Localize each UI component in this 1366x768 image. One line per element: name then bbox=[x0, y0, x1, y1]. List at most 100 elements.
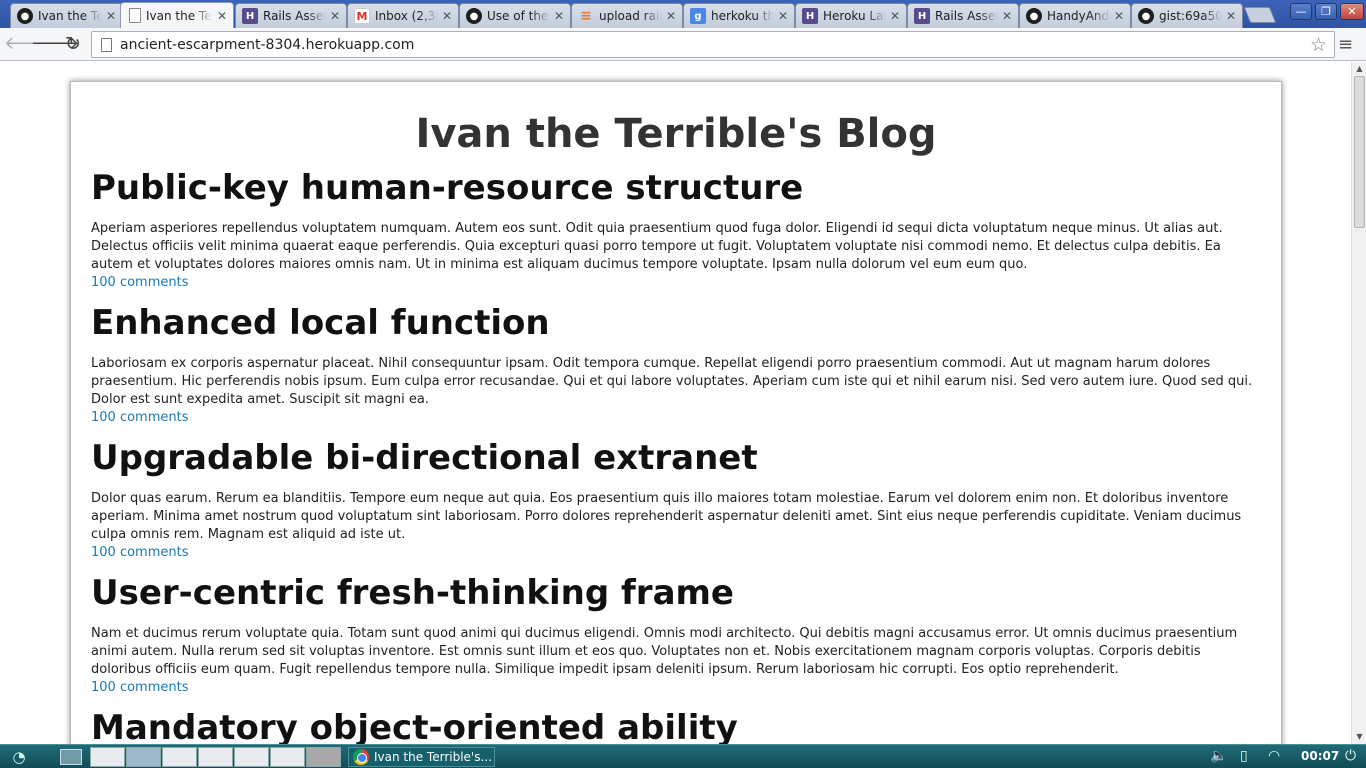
heroku-icon: H bbox=[242, 8, 258, 24]
new-tab-button[interactable] bbox=[1243, 7, 1277, 23]
close-icon[interactable]: ✕ bbox=[662, 9, 680, 23]
tab-rails-asset-pipeline[interactable]: H Rails Asset Pipeline ✕ bbox=[235, 3, 347, 28]
workspace-7[interactable] bbox=[306, 747, 341, 767]
comments-link[interactable]: 100 comments bbox=[91, 409, 1261, 427]
close-icon[interactable]: ✕ bbox=[213, 9, 231, 23]
close-icon[interactable]: ✕ bbox=[326, 9, 344, 23]
github-icon: ● bbox=[1026, 8, 1042, 24]
tab-handyandy[interactable]: ● HandyAndy ✕ bbox=[1019, 3, 1131, 28]
taskbar-task-chrome[interactable]: Ivan the Terrible's... bbox=[348, 747, 495, 767]
task-label: Ivan the Terrible's... bbox=[374, 750, 492, 764]
tab-title: Use of the bbox=[487, 9, 549, 23]
comments-link[interactable]: 100 comments bbox=[91, 274, 1261, 292]
power-icon[interactable]: ⏻ bbox=[1345, 748, 1356, 764]
workspace-1[interactable] bbox=[90, 747, 125, 767]
heroku-icon: H bbox=[802, 8, 818, 24]
back-button[interactable]: 🡐 bbox=[4, 32, 52, 56]
tab-title: HandyAndy bbox=[1047, 9, 1110, 23]
workspace-4[interactable] bbox=[198, 747, 233, 767]
taskbar: ◔ Ivan the Terrible's... 🔈 ▯ ◠ 00:07 ⏻ bbox=[0, 744, 1366, 768]
scroll-up-arrow-icon[interactable]: ▲ bbox=[1352, 62, 1366, 76]
page-icon bbox=[101, 37, 112, 52]
tab-title: herkoku the bbox=[711, 9, 774, 23]
close-icon[interactable]: ✕ bbox=[102, 9, 120, 23]
tab-upload-rails[interactable]: ≡ upload rails ✕ bbox=[571, 3, 683, 28]
url-text[interactable]: ancient-escarpment-8304.herokuapp.com bbox=[120, 37, 414, 53]
workspace-3[interactable] bbox=[162, 747, 197, 767]
blog-container: Ivan the Terrible's Blog Public-key huma… bbox=[70, 81, 1282, 744]
close-icon[interactable]: ✕ bbox=[550, 9, 568, 23]
tab-title: gist:69a50 bbox=[1159, 9, 1222, 23]
tab-ivan-blog-github[interactable]: ● Ivan the Terrible's Blog ✕ bbox=[10, 3, 123, 28]
post-body: Nam et ducimus rerum voluptate quia. Tot… bbox=[91, 626, 1238, 677]
close-icon[interactable]: ✕ bbox=[774, 9, 792, 23]
clock[interactable]: 00:07 bbox=[1301, 749, 1339, 763]
battery-icon[interactable]: ▯ bbox=[1240, 748, 1248, 764]
tab-google-search[interactable]: g herkoku the ✕ bbox=[683, 3, 795, 28]
scroll-down-arrow-icon[interactable]: ▼ bbox=[1352, 730, 1366, 744]
close-icon[interactable]: ✕ bbox=[998, 9, 1016, 23]
post-body: Laboriosam ex corporis aspernatur placea… bbox=[91, 356, 1253, 407]
tab-title: Ivan the Terrible's Blog bbox=[146, 8, 213, 23]
browser-menu-icon[interactable]: ≡ bbox=[1338, 34, 1353, 55]
close-icon[interactable]: ✕ bbox=[438, 9, 456, 23]
workspace-2[interactable] bbox=[126, 747, 161, 767]
blog-title: Ivan the Terrible's Blog bbox=[415, 111, 937, 157]
post: Enhanced local function Laboriosam ex co… bbox=[91, 303, 1261, 427]
tab-title: Rails Asset bbox=[935, 9, 998, 23]
gmail-icon: M bbox=[354, 8, 370, 24]
scrollbar-thumb[interactable] bbox=[1354, 76, 1365, 228]
reload-button[interactable]: ↻ bbox=[60, 32, 86, 56]
github-icon: ● bbox=[466, 8, 482, 24]
post-title: User-centric fresh-thinking frame bbox=[91, 573, 734, 613]
post-title: Enhanced local function bbox=[91, 303, 550, 343]
chrome-icon bbox=[353, 749, 369, 765]
tab-use-of-the[interactable]: ● Use of the ✕ bbox=[459, 3, 571, 28]
tab-title: upload rails bbox=[599, 9, 662, 23]
minimize-button[interactable]: — bbox=[1290, 3, 1312, 20]
tab-gmail-inbox[interactable]: M Inbox (2,384) ✕ bbox=[347, 3, 459, 28]
github-icon: ● bbox=[1138, 8, 1154, 24]
show-desktop-button[interactable] bbox=[60, 749, 82, 765]
post: Upgradable bi-directional extranet Dolor… bbox=[91, 438, 1261, 562]
comments-link[interactable]: 100 comments bbox=[91, 544, 1261, 562]
tab-heroku-labs[interactable]: H Heroku Labs ✕ bbox=[795, 3, 907, 28]
browser-toolbar: 🡐 🡒 ↻ ancient-escarpment-8304.herokuapp.… bbox=[0, 28, 1366, 61]
heroku-icon: H bbox=[914, 8, 930, 24]
volume-icon[interactable]: 🔈 bbox=[1210, 748, 1227, 764]
github-icon: ● bbox=[17, 8, 33, 24]
tab-strip: ● Ivan the Terrible's Blog ✕ Ivan the Te… bbox=[0, 0, 1366, 28]
tab-rails-asset[interactable]: H Rails Asset ✕ bbox=[907, 3, 1019, 28]
close-icon[interactable]: ✕ bbox=[886, 9, 904, 23]
tab-title: Rails Asset Pipeline bbox=[263, 9, 326, 23]
post-title: Upgradable bi-directional extranet bbox=[91, 438, 758, 478]
post: Public-key human-resource structure Aper… bbox=[91, 168, 1261, 292]
google-icon: g bbox=[690, 8, 706, 24]
bookmark-star-icon[interactable]: ☆ bbox=[1310, 34, 1327, 56]
vertical-scrollbar[interactable]: ▲ ▼ bbox=[1351, 62, 1366, 744]
close-window-button[interactable]: ✕ bbox=[1340, 3, 1364, 20]
post-title: Mandatory object-oriented ability bbox=[91, 708, 738, 744]
forward-button[interactable]: 🡒 bbox=[31, 32, 79, 56]
tab-title: Heroku Labs bbox=[823, 9, 886, 23]
tab-title: Inbox (2,384) bbox=[375, 9, 438, 23]
tab-title: Ivan the Terrible's Blog bbox=[38, 9, 102, 23]
post: User-centric fresh-thinking frame Nam et… bbox=[91, 573, 1261, 697]
tab-ivan-blog-active[interactable]: Ivan the Terrible's Blog ✕ bbox=[120, 2, 234, 28]
page-viewport: Ivan the Terrible's Blog Public-key huma… bbox=[0, 62, 1351, 744]
comments-link[interactable]: 100 comments bbox=[91, 679, 1261, 697]
workspace-5[interactable] bbox=[234, 747, 269, 767]
address-bar[interactable]: ancient-escarpment-8304.herokuapp.com ☆ bbox=[91, 31, 1335, 58]
close-icon[interactable]: ✕ bbox=[1222, 9, 1240, 23]
post-title: Public-key human-resource structure bbox=[91, 168, 804, 208]
workspace-6[interactable] bbox=[270, 747, 305, 767]
page-icon bbox=[129, 8, 141, 23]
start-menu-button[interactable]: ◔ bbox=[4, 746, 34, 768]
close-icon[interactable]: ✕ bbox=[1110, 9, 1128, 23]
post: Mandatory object-oriented ability bbox=[91, 708, 1261, 744]
post-body: Dolor quas earum. Rerum ea blanditiis. T… bbox=[91, 491, 1242, 542]
maximize-button[interactable]: ❐ bbox=[1315, 3, 1337, 20]
tab-gist[interactable]: ● gist:69a50 ✕ bbox=[1131, 3, 1243, 28]
post-body: Aperiam asperiores repellendus voluptate… bbox=[91, 221, 1223, 272]
wifi-icon[interactable]: ◠ bbox=[1268, 748, 1280, 764]
